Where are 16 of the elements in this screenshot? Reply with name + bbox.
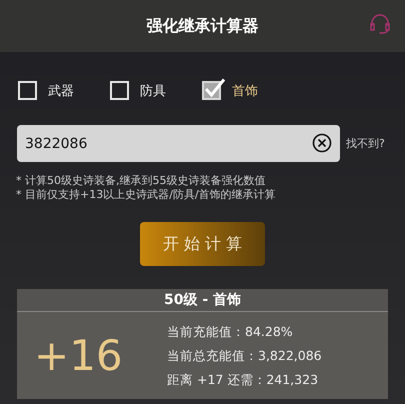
checkbox[interactable] — [202, 78, 226, 100]
result-line: 距离 +17 还需：241,323 — [167, 370, 320, 388]
category-checkbox[interactable]: 武器 — [18, 79, 88, 103]
result-line: 当前充能值：84.28% — [167, 322, 294, 340]
note-text: * 计算50级史诗装备,继承到55级史诗装备强化数值 — [16, 174, 266, 188]
result-line: 当前总充能值：3,822,086 — [167, 346, 322, 364]
help-link[interactable]: 找不到? — [346, 136, 385, 151]
note-text: * 目前仅支持+13以上史诗武器/防具/首饰的继承计算 — [16, 188, 277, 202]
calculate-button[interactable]: 开 始 计 算 — [140, 222, 265, 266]
category-checkbox[interactable]: 首饰 — [202, 79, 272, 103]
clear-icon[interactable] — [312, 133, 332, 153]
category-checkbox[interactable]: 防具 — [110, 79, 180, 103]
enhance-level: +16 — [33, 331, 124, 380]
window-title: 强化继承计算器 — [146, 16, 258, 36]
result-title: 50级 - 首饰 — [17, 289, 388, 312]
search-field[interactable]: 3822086 — [17, 125, 340, 162]
